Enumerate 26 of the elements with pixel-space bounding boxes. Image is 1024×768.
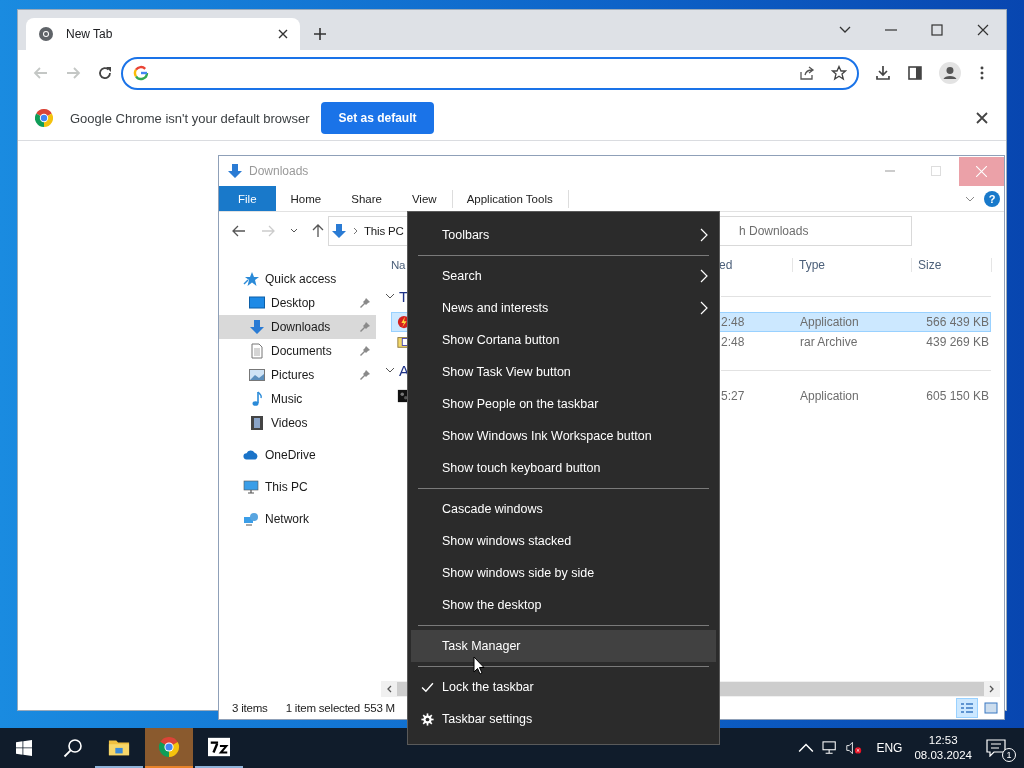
table-cell-text: 566 439 KB bbox=[925, 315, 989, 329]
table-cell-text: 605 150 KB bbox=[925, 389, 989, 403]
window-title: Downloads bbox=[249, 164, 309, 178]
nav-label: Quick access bbox=[265, 272, 337, 286]
nav-label: OneDrive bbox=[265, 448, 316, 462]
table-cell-text: 2:48 bbox=[721, 335, 746, 349]
nav-label: This PC bbox=[265, 480, 308, 494]
nav-label: Music bbox=[271, 392, 303, 406]
nav-label: Network bbox=[265, 512, 309, 526]
nav-label: Downloads bbox=[271, 320, 331, 334]
selection-count: 1 item selected bbox=[285, 702, 361, 714]
table-cell-text: Application bbox=[799, 315, 860, 329]
tab-title: New Tab bbox=[66, 27, 114, 41]
nav-label: Desktop bbox=[271, 296, 316, 310]
nav-label: Videos bbox=[271, 416, 308, 430]
nav-label: Pictures bbox=[271, 368, 315, 382]
table-cell-text: rar Archive bbox=[799, 335, 859, 349]
item-count: 3 items bbox=[232, 702, 268, 714]
table-cell-text: 439 269 KB bbox=[925, 335, 989, 349]
table-cell-text: 5:27 bbox=[721, 389, 746, 403]
selection-size: 553 M bbox=[364, 702, 395, 714]
table-cell-text: 2:48 bbox=[721, 315, 746, 329]
nav-label: Documents bbox=[271, 344, 332, 358]
infobar-message: Google Chrome isn't your default browser bbox=[70, 110, 310, 126]
table-cell-text: Application bbox=[799, 389, 860, 403]
notification-count: 1 bbox=[1002, 748, 1016, 762]
